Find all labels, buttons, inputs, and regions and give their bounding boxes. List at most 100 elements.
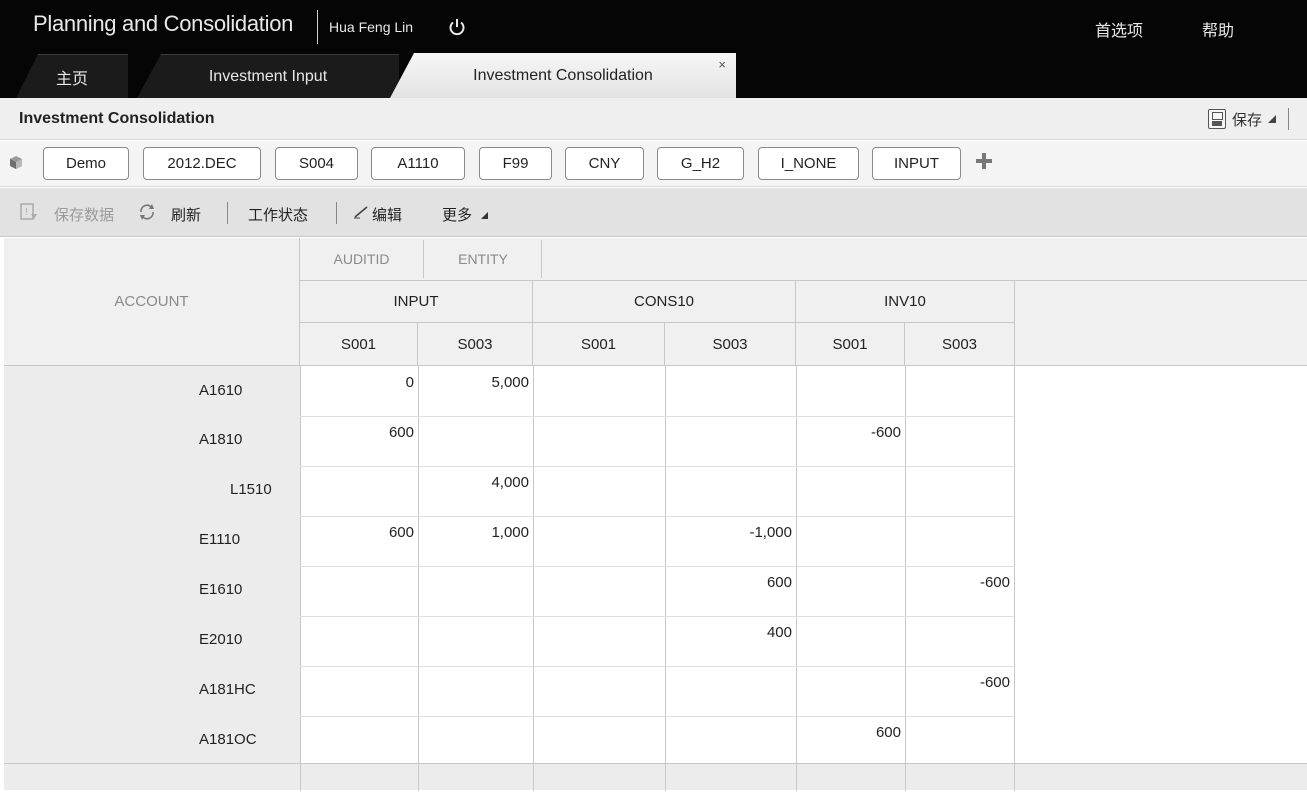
grid-line [300,616,1015,617]
grid-line [300,516,1015,517]
column-header: S003 [418,323,533,366]
save-disk-icon [1207,109,1226,129]
more-menu-button[interactable]: 更多 [442,204,472,225]
row-header-account: A1810 [199,431,243,448]
data-cell[interactable]: 0 [300,374,414,391]
grid-line [796,764,797,791]
context-member-account[interactable]: A1110 [371,147,465,180]
column-group-label: INV10 [884,293,926,310]
row-header-account: L1510 [230,481,272,498]
context-member-audit[interactable]: INPUT [872,147,961,180]
context-member-entity[interactable]: S004 [275,147,358,180]
grid-line [418,366,419,763]
context-member-group[interactable]: G_H2 [657,147,744,180]
column-header-label: S001 [580,335,617,353]
row-header-account: E2010 [199,631,243,648]
column-group-label: CONS10 [633,293,695,310]
grid-line [300,466,1015,467]
column-header: S001 [796,323,905,366]
row-header-account: E1610 [199,581,243,598]
save-data-button[interactable]: 保存数据 [54,204,114,225]
work-status-button[interactable]: 工作状态 [248,204,308,225]
column-header: S003 [665,323,796,366]
data-cell[interactable]: 5,000 [418,374,529,391]
edit-button[interactable]: 编辑 [372,204,402,225]
column-header-label: S003 [712,335,748,353]
power-icon[interactable] [448,18,466,36]
row-header-account: A1610 [199,382,243,399]
account-dimension-header[interactable]: ACCOUNT [4,238,300,366]
data-cell[interactable]: -600 [905,574,1010,591]
data-area: 0 5,000 600 -600 4,000 600 1,000 -1,000 … [300,366,1015,763]
user-name[interactable]: Hua Feng Lin [329,19,413,35]
app-title: Planning and Consolidation [33,11,294,36]
column-header-label: S001 [832,335,868,353]
column-header-label: S003 [457,335,493,353]
column-group-header: INV10 [796,281,1015,323]
column-header-label: S001 [340,335,377,353]
help-link[interactable]: 帮助 [1202,17,1234,41]
data-cell[interactable]: 600 [665,574,792,591]
grid-line [533,366,534,763]
data-cell[interactable]: 600 [796,724,901,741]
save-menu-button[interactable]: 保存 [1207,108,1289,130]
preferences-link[interactable]: 首选项 [1095,17,1143,41]
data-cell[interactable]: -1,000 [665,524,792,541]
column-group-header: INPUT [300,281,533,323]
row-header-account: A181HC [199,681,256,698]
auditid-dimension-label: AUDITID [333,251,390,267]
context-member-time[interactable]: 2012.DEC [143,147,261,180]
data-cell[interactable]: 400 [665,624,792,641]
title-divider [317,10,318,44]
grid-filler [1015,366,1307,763]
entity-dimension-header[interactable]: ENTITY [425,240,542,278]
svg-text:!: ! [25,207,28,218]
data-cell[interactable]: 4,000 [418,474,529,491]
grid-line [300,666,1015,667]
header-filler [1015,281,1307,366]
grid-line [905,366,906,763]
column-group-header: CONS10 [533,281,796,323]
auditid-dimension-header[interactable]: AUDITID [300,240,424,278]
grid-line [665,366,666,763]
tab-investment-consolidation-label: Investment Consolidation [473,66,653,84]
context-member-flow[interactable]: F99 [479,147,552,180]
page-header: Investment Consolidation 保存 [0,98,1307,140]
data-cell[interactable]: 600 [300,424,414,441]
tab-close-icon[interactable]: × [718,57,726,72]
tab-home[interactable]: 主页 [16,54,128,98]
page-title: Investment Consolidation [19,110,215,127]
data-cell[interactable]: 1,000 [418,524,529,541]
column-group-label: INPUT [393,293,439,310]
dropdown-triangle-icon [481,212,488,219]
grid-line [418,764,419,791]
tab-investment-input-label: Investment Input [208,67,328,85]
data-cell[interactable]: 600 [300,524,414,541]
context-member-interco[interactable]: I_NONE [758,147,859,180]
data-grid: ACCOUNT AUDITID ENTITY INPUT CONS10 INV1… [4,238,1307,791]
grid-line [300,416,1015,417]
context-member-currency[interactable]: CNY [565,147,644,180]
column-header: S001 [533,323,665,366]
row-header-account: E1110 [199,531,241,548]
tab-investment-input[interactable]: Investment Input [137,54,399,98]
column-header: S001 [300,323,418,366]
refresh-button[interactable]: 刷新 [171,204,201,225]
grid-line [665,764,666,791]
context-bar: Demo 2012.DEC S004 A1110 F99 CNY G_H2 I_… [0,141,1307,187]
add-member-plus-icon[interactable] [973,150,995,172]
grid-line [300,764,301,791]
grid-footer [4,763,1307,791]
column-header: S003 [905,323,1015,366]
grid-line [533,764,534,791]
tab-home-label: 主页 [55,70,88,88]
context-member-model[interactable]: Demo [43,147,129,180]
save-data-icon: ! [20,203,37,220]
top-bar: Planning and Consolidation Hua Feng Lin … [0,0,1307,98]
cube-icon [10,156,22,169]
data-cell[interactable]: -600 [905,674,1010,691]
row-header-account: A181OC [199,731,257,748]
tab-investment-consolidation[interactable]: Investment Consolidation × [390,53,736,98]
refresh-icon [140,204,154,220]
data-cell[interactable]: -600 [796,424,901,441]
